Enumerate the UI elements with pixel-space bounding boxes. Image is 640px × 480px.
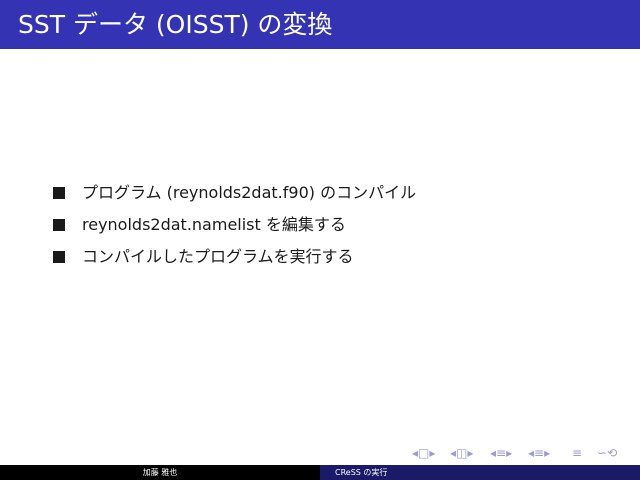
frame-next-icon[interactable]: ▸ <box>429 446 435 460</box>
align-icon[interactable]: ≡ <box>572 446 582 460</box>
beamer-navigation-bar: ◂□▸ ◂◫▸ ◂≡▸ ◂≡▸ ≡ ∽⟲ <box>412 444 637 462</box>
square-bullet-icon <box>53 251 65 263</box>
subsection2-nav: ◂≡▸ <box>528 444 550 462</box>
footer-author: 加藤 雅也 <box>0 465 320 480</box>
slide-footer: 加藤 雅也 CReSS の実行 <box>0 465 640 480</box>
square-bullet-icon <box>53 219 65 231</box>
frame-nav: ◂□▸ <box>412 444 435 462</box>
square-bullet-icon <box>53 187 65 199</box>
search-nav: ∽⟲ <box>597 444 617 462</box>
footer-short-title: CReSS の実行 <box>335 468 388 477</box>
bullet-text: reynolds2dat.namelist を編集する <box>82 215 346 234</box>
section-nav: ◂≡▸ <box>490 444 512 462</box>
subsection2-next-icon[interactable]: ▸ <box>544 446 550 460</box>
subsection-next-icon[interactable]: ▸ <box>467 446 473 460</box>
subsection2-icon[interactable]: ≡ <box>534 446 544 460</box>
zoom-icon[interactable]: ⟲ <box>607 446 617 460</box>
subsection-nav: ◂◫▸ <box>450 444 473 462</box>
section-next-icon[interactable]: ▸ <box>506 446 512 460</box>
bullet-text: コンパイルしたプログラムを実行する <box>82 247 354 266</box>
bullet-text: プログラム (reynolds2dat.f90) のコンパイル <box>82 183 417 202</box>
search-icon[interactable]: ∽ <box>597 446 607 460</box>
section-icon[interactable]: ≡ <box>496 446 506 460</box>
subsection-icon[interactable]: ◫ <box>456 446 467 460</box>
footer-title-box: CReSS の実行 <box>320 465 640 480</box>
bullet-list: プログラム (reynolds2dat.f90) のコンパイル reynolds… <box>0 0 640 480</box>
frame-icon[interactable]: □ <box>418 446 429 460</box>
align-nav: ≡ <box>572 444 582 462</box>
